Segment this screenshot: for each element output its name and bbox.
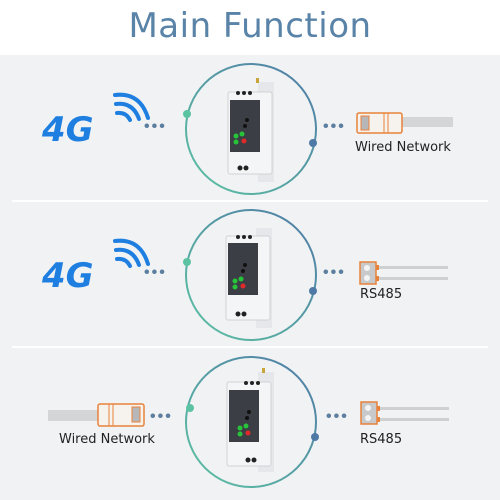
ethernet-connector-icon xyxy=(356,112,453,134)
wired-network-label: Wired Network xyxy=(355,140,451,155)
panel-3 xyxy=(185,356,319,488)
connection-dots-left: ••• xyxy=(144,118,167,135)
rs485-terminal-icon xyxy=(359,261,448,285)
divider-2 xyxy=(12,346,488,348)
signal-waves-icon xyxy=(113,92,150,122)
signal-waves-icon xyxy=(113,238,150,268)
panel-2 xyxy=(183,209,317,341)
divider-1 xyxy=(12,200,488,202)
ring-node-right xyxy=(311,433,319,441)
connection-dots-right: ••• xyxy=(323,118,346,135)
ring-node-right xyxy=(309,139,317,147)
ring-node-right xyxy=(309,287,317,295)
panel-1 xyxy=(183,63,317,195)
ring-node-left xyxy=(183,110,191,118)
rs485-terminal-icon xyxy=(360,401,449,425)
device-image xyxy=(226,368,274,472)
4g-label: 4G xyxy=(42,110,94,150)
connection-dots-left: ••• xyxy=(144,264,167,281)
device-image xyxy=(227,78,274,182)
ring-node-left xyxy=(183,258,191,266)
scene xyxy=(12,63,488,488)
rs485-label: RS485 xyxy=(360,432,403,447)
connection-dots-right: ••• xyxy=(326,408,349,425)
device-image xyxy=(225,228,272,328)
ethernet-connector-icon xyxy=(48,403,145,427)
connection-dots-left: ••• xyxy=(150,408,173,425)
wired-network-label: Wired Network xyxy=(59,432,155,447)
ring-node-left xyxy=(186,404,194,412)
connection-dots-right: ••• xyxy=(323,264,346,281)
rs485-label: RS485 xyxy=(360,287,403,302)
4g-label: 4G xyxy=(42,256,94,296)
